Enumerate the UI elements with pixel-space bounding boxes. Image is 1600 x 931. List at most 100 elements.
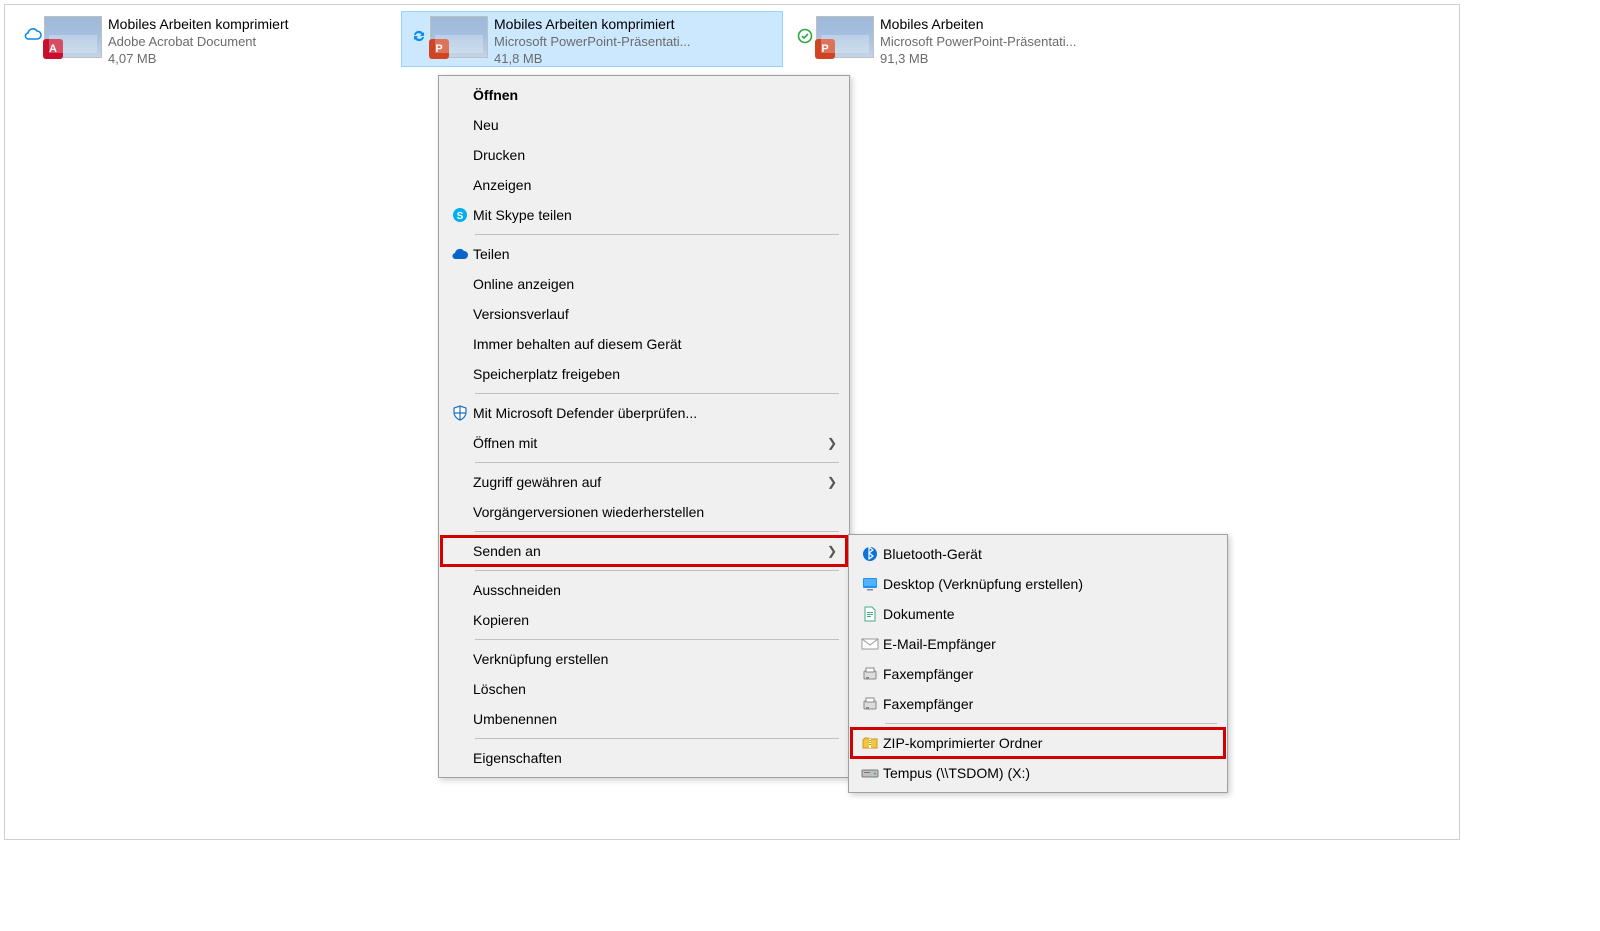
menu-item[interactable]: Öffnen mit❯ xyxy=(441,428,847,458)
menu-label: Immer behalten auf diesem Gerät xyxy=(473,336,837,352)
submenu-item[interactable]: Bluetooth-Gerät xyxy=(851,539,1225,569)
menu-label: Verknüpfung erstellen xyxy=(473,651,837,667)
submenu-item[interactable]: E-Mail-Empfänger xyxy=(851,629,1225,659)
menu-item[interactable]: Eigenschaften xyxy=(441,743,847,773)
submenu-label: Faxempfänger xyxy=(883,696,1215,712)
fax-icon xyxy=(857,697,883,711)
menu-item[interactable]: Drucken xyxy=(441,140,847,170)
menu-item[interactable]: Zugriff gewähren auf❯ xyxy=(441,467,847,497)
file-type-label: Adobe Acrobat Document xyxy=(108,33,390,50)
menu-item[interactable]: Anzeigen xyxy=(441,170,847,200)
submenu-label: Bluetooth-Gerät xyxy=(883,546,1215,562)
menu-item[interactable]: Kopieren xyxy=(441,605,847,635)
submenu-item[interactable]: Dokumente xyxy=(851,599,1225,629)
defender-icon xyxy=(447,403,473,423)
menu-separator xyxy=(475,639,839,640)
file-item-selected[interactable]: P Mobiles Arbeiten komprimiert Microsoft… xyxy=(401,11,783,67)
file-name: Mobiles Arbeiten komprimiert xyxy=(108,16,390,33)
submenu-label: Tempus (\\TSDOM) (X:) xyxy=(883,765,1215,781)
blank-icon xyxy=(447,748,473,768)
menu-item[interactable]: Teilen xyxy=(441,239,847,269)
file-size: 4,07 MB xyxy=(108,50,390,67)
submenu-item[interactable]: ZIP-komprimierter Ordner xyxy=(851,728,1225,758)
menu-label: Drucken xyxy=(473,147,837,163)
submenu-label: ZIP-komprimierter Ordner xyxy=(883,735,1215,751)
fax-icon xyxy=(857,667,883,681)
blank-icon xyxy=(447,679,473,699)
blank-icon xyxy=(447,175,473,195)
menu-separator xyxy=(475,570,839,571)
file-item[interactable]: A Mobiles Arbeiten komprimiert Adobe Acr… xyxy=(15,11,397,67)
mail-icon xyxy=(857,638,883,650)
submenu-item[interactable]: Tempus (\\TSDOM) (X:) xyxy=(851,758,1225,788)
menu-label: Vorgängerversionen wiederherstellen xyxy=(473,504,837,520)
sync-icon xyxy=(408,16,430,44)
file-thumbnail: P xyxy=(430,16,488,58)
blank-icon xyxy=(447,709,473,729)
menu-item[interactable]: Versionsverlauf xyxy=(441,299,847,329)
menu-item[interactable]: Mit Microsoft Defender überprüfen... xyxy=(441,398,847,428)
blank-icon xyxy=(447,274,473,294)
menu-label: Mit Microsoft Defender überprüfen... xyxy=(473,405,837,421)
blank-icon xyxy=(447,580,473,600)
menu-item[interactable]: Neu xyxy=(441,110,847,140)
file-name: Mobiles Arbeiten xyxy=(880,16,1162,33)
context-menu[interactable]: ÖffnenNeuDruckenAnzeigenSMit Skype teile… xyxy=(438,75,850,778)
menu-item[interactable]: Öffnen xyxy=(441,80,847,110)
menu-label: Öffnen mit xyxy=(473,435,827,451)
file-details: Mobiles Arbeiten komprimiert Adobe Acrob… xyxy=(108,16,390,67)
file-item[interactable]: P Mobiles Arbeiten Microsoft PowerPoint-… xyxy=(787,11,1169,67)
menu-item[interactable]: Ausschneiden xyxy=(441,575,847,605)
blank-icon xyxy=(447,145,473,165)
submenu-label: Faxempfänger xyxy=(883,666,1215,682)
drive-icon xyxy=(857,767,883,779)
ppt-badge-icon: P xyxy=(429,39,449,59)
submenu-label: E-Mail-Empfänger xyxy=(883,636,1215,652)
ppt-badge-icon: P xyxy=(815,39,835,59)
blank-icon xyxy=(447,364,473,384)
chevron-right-icon: ❯ xyxy=(827,436,837,450)
blank-icon xyxy=(447,610,473,630)
file-details: Mobiles Arbeiten komprimiert Microsoft P… xyxy=(494,16,776,67)
menu-label: Ausschneiden xyxy=(473,582,837,598)
send-to-submenu[interactable]: Bluetooth-Gerät Desktop (Verknüpfung erst… xyxy=(848,534,1228,793)
pdf-badge-icon: A xyxy=(43,39,63,59)
menu-item[interactable]: Umbenennen xyxy=(441,704,847,734)
menu-item[interactable]: Immer behalten auf diesem Gerät xyxy=(441,329,847,359)
menu-item[interactable]: SMit Skype teilen xyxy=(441,200,847,230)
blank-icon xyxy=(447,649,473,669)
menu-label: Versionsverlauf xyxy=(473,306,837,322)
menu-label: Mit Skype teilen xyxy=(473,207,837,223)
file-thumbnail: P xyxy=(816,16,874,58)
menu-separator xyxy=(475,738,839,739)
menu-item[interactable]: Vorgängerversionen wiederherstellen xyxy=(441,497,847,527)
skype-icon: S xyxy=(447,205,473,225)
blank-icon xyxy=(447,304,473,324)
menu-item[interactable]: Löschen xyxy=(441,674,847,704)
bluetooth-icon xyxy=(857,546,883,562)
menu-label: Teilen xyxy=(473,246,837,262)
menu-label: Zugriff gewähren auf xyxy=(473,474,827,490)
menu-label: Speicherplatz freigeben xyxy=(473,366,837,382)
blank-icon xyxy=(447,541,473,561)
menu-label: Umbenennen xyxy=(473,711,837,727)
menu-label: Eigenschaften xyxy=(473,750,837,766)
file-type-label: Microsoft PowerPoint-Präsentati... xyxy=(880,33,1162,50)
menu-item[interactable]: Senden an❯ xyxy=(441,536,847,566)
submenu-item[interactable]: Desktop (Verknüpfung erstellen) xyxy=(851,569,1225,599)
menu-item[interactable]: Verknüpfung erstellen xyxy=(441,644,847,674)
blank-icon xyxy=(447,472,473,492)
file-list: A Mobiles Arbeiten komprimiert Adobe Acr… xyxy=(5,5,1459,67)
submenu-item[interactable]: Faxempfänger xyxy=(851,689,1225,719)
menu-label: Löschen xyxy=(473,681,837,697)
file-thumbnail: A xyxy=(44,16,102,58)
blank-icon xyxy=(447,334,473,354)
menu-item[interactable]: Speicherplatz freigeben xyxy=(441,359,847,389)
menu-item[interactable]: Online anzeigen xyxy=(441,269,847,299)
chevron-right-icon: ❯ xyxy=(827,544,837,558)
menu-separator xyxy=(885,723,1217,724)
menu-separator xyxy=(475,234,839,235)
file-size: 91,3 MB xyxy=(880,50,1162,67)
submenu-item[interactable]: Faxempfänger xyxy=(851,659,1225,689)
blank-icon xyxy=(447,433,473,453)
